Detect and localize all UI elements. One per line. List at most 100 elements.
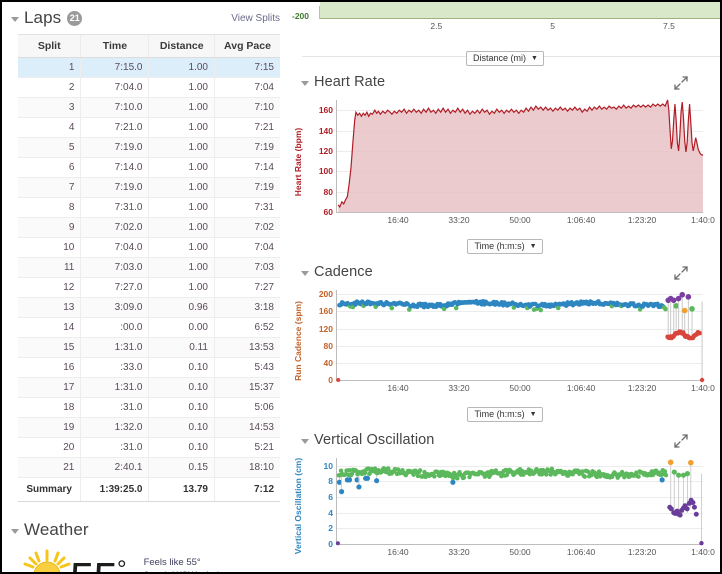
lap-time: :31.0 — [80, 397, 150, 418]
lap-time: 7:04.0 — [80, 77, 150, 98]
column-header-split[interactable]: Split — [18, 35, 82, 58]
expand-icon[interactable] — [674, 76, 688, 90]
data-point — [681, 307, 688, 314]
table-row[interactable]: 8 7:31.0 1.00 7:31 — [18, 197, 280, 218]
table-row[interactable]: 14:00.0 0.00 6:52 — [18, 317, 280, 338]
heart-rate-plot[interactable]: Heart Rate (bpm) 60 80 100 120 140 160 16:40 33… — [290, 92, 720, 232]
table-row[interactable]: 13 3:09.0 0.96 3:18 — [18, 297, 280, 318]
column-header-distance[interactable]: Distance — [148, 35, 215, 58]
laps-table-body: 1 7:15.0 1.00 7:15 2 7:04.0 1.00 7:04 3 7:10.0 1.0… — [18, 57, 280, 502]
vertical-oscillation-x-tick: 33:20 — [448, 547, 470, 557]
lap-split: 12 — [18, 277, 82, 298]
cadence-plot[interactable]: Run Cadence (spm) 0 40 80 120 160 200 16:40 33:… — [290, 282, 720, 400]
lap-distance: 0.10 — [148, 377, 215, 398]
lap-distance: 1.00 — [148, 277, 215, 298]
cadence-x-axis-select[interactable]: Time (h:m:s) ▼ — [467, 407, 543, 422]
lap-avg-pace: 7:19 — [214, 177, 280, 198]
vertical-oscillation-y-axis-label: Vertical Oscillation (cm) — [293, 457, 303, 555]
lap-avg-pace: 5:43 — [214, 357, 280, 378]
lap-distance: 1.00 — [148, 197, 215, 218]
lap-time: 7:31.0 — [80, 197, 150, 218]
table-row[interactable]: 16:33.0 0.10 5:43 — [18, 357, 280, 378]
lap-time: :33.0 — [80, 357, 150, 378]
table-row[interactable]: 12 7:27.0 1.00 7:27 — [18, 277, 280, 298]
collapse-triangle-icon[interactable] — [300, 77, 310, 87]
data-point — [690, 500, 696, 506]
summary-distance: 13.79 — [148, 477, 215, 502]
cadence-y-tick: 200 — [318, 289, 333, 300]
collapse-triangle-icon[interactable] — [10, 13, 20, 23]
lap-time: 7:10.0 — [80, 97, 150, 118]
lap-time: 1:31.0 — [80, 337, 150, 358]
table-row[interactable]: 11 7:03.0 1.00 7:03 — [18, 257, 280, 278]
lap-split: 5 — [18, 137, 82, 158]
table-row[interactable]: 4 7:21.0 1.00 7:21 — [18, 117, 280, 138]
distance-axis-select[interactable]: Distance (mi) ▼ — [466, 51, 544, 66]
cadence-y-tick: 40 — [323, 357, 333, 368]
degree-symbol: ° — [116, 556, 127, 572]
lap-split: 18 — [18, 397, 82, 418]
table-row[interactable]: 17 1:31.0 0.10 15:37 — [18, 377, 280, 398]
column-header-avg-pace[interactable]: Avg Pace — [214, 35, 280, 58]
distance-axis-selector-row: Distance (mi) ▼ — [290, 48, 720, 68]
lap-distance: 1.00 — [148, 177, 215, 198]
lap-distance: 0.96 — [148, 297, 215, 318]
lap-split: 20 — [18, 437, 82, 458]
lap-distance: 1.00 — [148, 257, 215, 278]
weather-wind: 6 mph WSW wind — [144, 569, 220, 572]
cadence-y-tick: 120 — [318, 323, 333, 334]
data-point — [685, 294, 692, 300]
vertical-oscillation-x-tick: 50:00 — [509, 547, 531, 557]
table-row[interactable]: 21 2:40.1 0.15 18:10 — [18, 457, 280, 478]
sun-icon — [20, 548, 74, 572]
collapse-triangle-icon[interactable] — [300, 267, 310, 277]
table-row[interactable]: 3 7:10.0 1.00 7:10 — [18, 97, 280, 118]
table-row[interactable]: 1 7:15.0 1.00 7:15 — [18, 57, 280, 78]
column-header-time[interactable]: Time — [80, 35, 150, 58]
table-row[interactable]: 15 1:31.0 0.11 13:53 — [18, 337, 280, 358]
data-point — [684, 506, 690, 512]
lap-avg-pace: 5:06 — [214, 397, 280, 418]
cadence-axis-selector-row: Time (h:m:s) ▼ — [290, 400, 720, 426]
expand-icon[interactable] — [674, 434, 688, 448]
table-row[interactable]: 5 7:19.0 1.00 7:19 — [18, 137, 280, 158]
table-row[interactable]: 9 7:02.0 1.00 7:02 — [18, 217, 280, 238]
table-row[interactable]: 6 7:14.0 1.00 7:14 — [18, 157, 280, 178]
summary-time: 1:39:25.0 — [80, 477, 150, 502]
collapse-triangle-icon[interactable] — [10, 525, 20, 535]
vertical-oscillation-y-tick: 8 — [328, 476, 333, 487]
collapse-triangle-icon[interactable] — [300, 435, 310, 445]
data-point — [676, 472, 682, 478]
heart-rate-x-axis-select[interactable]: Time (h:m:s) ▼ — [467, 239, 543, 254]
lap-time: 7:27.0 — [80, 277, 150, 298]
cadence-x-tick: 33:20 — [448, 383, 470, 393]
data-point — [374, 478, 380, 484]
lap-avg-pace: 7:27 — [214, 277, 280, 298]
vertical-oscillation-x-tick: 1:06:40 — [566, 547, 596, 557]
heart-rate-axes: 60 80 100 120 140 160 16:40 33:20 50:00 1:06:40 1:… — [319, 99, 715, 225]
lap-avg-pace: 7:04 — [214, 77, 280, 98]
lap-split: 7 — [18, 177, 82, 198]
table-row[interactable]: 19 1:32.0 0.10 14:53 — [18, 417, 280, 438]
chevron-down-icon: ▼ — [529, 410, 537, 418]
lap-avg-pace: 13:53 — [214, 337, 280, 358]
data-point — [336, 378, 341, 382]
table-row[interactable]: 7 7:19.0 1.00 7:19 — [18, 177, 280, 198]
table-row[interactable]: 10 7:04.0 1.00 7:04 — [18, 237, 280, 258]
view-splits-link[interactable]: View Splits — [231, 13, 280, 24]
cadence-y-tick: 80 — [323, 340, 333, 351]
expand-icon[interactable] — [674, 266, 688, 280]
table-header-row: Split Time Distance Avg Pace — [18, 35, 280, 58]
weather-section-header: Weather — [2, 514, 290, 544]
lap-distance: 1.00 — [148, 97, 215, 118]
table-row[interactable]: 2 7:04.0 1.00 7:04 — [18, 77, 280, 98]
table-row[interactable]: 20:31.0 0.10 5:21 — [18, 437, 280, 458]
lap-distance: 0.10 — [148, 397, 215, 418]
vertical-oscillation-plot[interactable]: Vertical Oscillation (cm) 0 2 4 6 8 10 16:40 33… — [290, 450, 720, 562]
table-row[interactable]: 18:31.0 0.10 5:06 — [18, 397, 280, 418]
data-point — [455, 476, 460, 481]
data-point — [691, 504, 697, 510]
cadence-x-axis-select-label: Time (h:m:s) — [474, 409, 525, 419]
heart-rate-y-tick: 100 — [318, 166, 333, 177]
lap-avg-pace: 7:02 — [214, 217, 280, 238]
